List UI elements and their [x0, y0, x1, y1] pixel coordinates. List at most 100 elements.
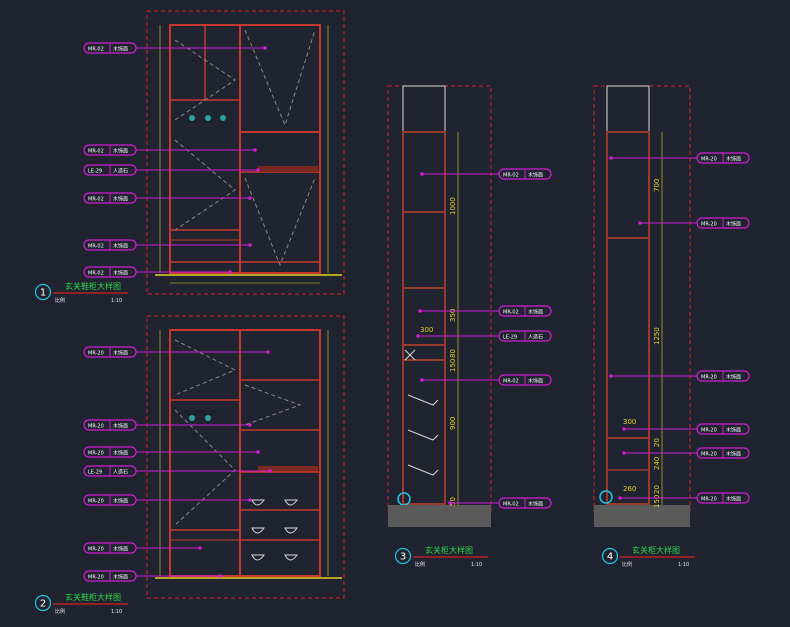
- view-number: 1: [40, 288, 46, 299]
- tag-code: MR-20: [701, 157, 717, 163]
- leader-dot: [248, 423, 252, 427]
- tag-code: MR-02: [88, 244, 104, 250]
- tag-label: 人造石: [113, 168, 128, 175]
- leader-dot: [256, 450, 260, 454]
- tag-code: MR-20: [88, 451, 104, 457]
- dim-text: 150: [653, 495, 661, 508]
- leader-dot: [420, 378, 424, 382]
- tag-code: LE-29: [88, 470, 102, 476]
- tag-label: 木饰面: [113, 498, 128, 505]
- tag-label: 木饰面: [113, 574, 128, 581]
- tag-label: 木饰面: [113, 270, 128, 277]
- leader-dot: [638, 221, 642, 225]
- dim-text: 260: [623, 485, 636, 493]
- dim-text: 20: [653, 485, 661, 494]
- view-1-stone-band: [258, 166, 318, 172]
- tag-label: 木饰面: [726, 427, 741, 434]
- tag-code: MR-20: [88, 351, 104, 357]
- leader-dot: [198, 546, 202, 550]
- leader-dot: [420, 172, 424, 176]
- tag-code: MR-20: [701, 428, 717, 434]
- leader-dot: [263, 46, 267, 50]
- leader-dot: [256, 168, 260, 172]
- leader-dot: [266, 350, 270, 354]
- tag-code: MR-02: [88, 271, 104, 277]
- dim-text: 20: [653, 438, 661, 447]
- cad-drawing-stage: 1000 350 300 80 150 900 50 700 1250 300 …: [0, 0, 790, 623]
- dim-text: 300: [420, 326, 433, 334]
- tag-code: MR-02: [88, 149, 104, 155]
- leader-dot: [609, 374, 613, 378]
- tag-label: 木饰面: [726, 451, 741, 458]
- view-title: 玄关柜大样图: [632, 545, 680, 555]
- view-number: 3: [400, 552, 406, 563]
- tag-code: MR-20: [88, 575, 104, 581]
- tag-label: 人造石: [528, 334, 543, 341]
- tag-code: MR-20: [88, 547, 104, 553]
- tag-code: LE-29: [503, 335, 517, 341]
- scale-label: 比例: [415, 561, 425, 568]
- scale-value: 1:10: [471, 562, 482, 568]
- view-title: 玄关鞋柜大样图: [65, 281, 121, 291]
- tag-label: 人造石: [113, 469, 128, 476]
- dim-text: 150: [449, 359, 457, 372]
- tag-code: MR-02: [503, 310, 519, 316]
- scale-label: 比例: [55, 608, 65, 615]
- tag-code: MR-20: [701, 497, 717, 503]
- leader-dot: [609, 156, 613, 160]
- leader-dot: [618, 496, 622, 500]
- dim-text: 700: [653, 179, 661, 192]
- view-title: 玄关柜大样图: [425, 545, 473, 555]
- tag-label: 木饰面: [113, 423, 128, 430]
- tag-label: 木饰面: [113, 546, 128, 553]
- dim-text: 1250: [653, 327, 661, 345]
- leader-dot: [253, 148, 257, 152]
- leader-dot: [248, 196, 252, 200]
- view-3-floor: [388, 505, 491, 527]
- leader-dot: [248, 498, 252, 502]
- leader-dot: [268, 469, 272, 473]
- dim-text: 80: [449, 349, 457, 358]
- scale-label: 比例: [622, 561, 632, 568]
- view-4-floor: [594, 505, 690, 527]
- tag-label: 木饰面: [726, 496, 741, 503]
- tag-label: 木饰面: [726, 156, 741, 163]
- tag-label: 木饰面: [113, 196, 128, 203]
- tag-label: 木饰面: [726, 374, 741, 381]
- dim-text: 240: [653, 457, 661, 470]
- scale-value: 1:10: [111, 298, 122, 304]
- tag-label: 木饰面: [726, 221, 741, 228]
- dim-text: 900: [449, 417, 457, 430]
- dim-text: 1000: [449, 197, 457, 215]
- tag-code: MR-20: [88, 424, 104, 430]
- tag-label: 木饰面: [113, 350, 128, 357]
- leader-dot: [448, 501, 452, 505]
- tag-code: MR-20: [701, 222, 717, 228]
- tag-label: 木饰面: [528, 378, 543, 385]
- leader-dot: [416, 334, 420, 338]
- view-number: 4: [607, 552, 613, 563]
- tag-code: LE-29: [88, 169, 102, 175]
- dim-text: 300: [623, 418, 636, 426]
- tag-code: MR-02: [88, 197, 104, 203]
- tag-code: MR-02: [503, 502, 519, 508]
- leader-dot: [248, 243, 252, 247]
- tag-label: 木饰面: [113, 450, 128, 457]
- leader-dot: [418, 309, 422, 313]
- tag-code: MR-20: [701, 375, 717, 381]
- view-number: 2: [40, 599, 46, 610]
- leader-dot: [622, 427, 626, 431]
- tag-label: 木饰面: [528, 172, 543, 179]
- tag-label: 木饰面: [528, 501, 543, 508]
- tag-code: MR-20: [88, 499, 104, 505]
- tag-code: MR-02: [503, 379, 519, 385]
- scale-label: 比例: [55, 297, 65, 304]
- tag-label: 木饰面: [528, 309, 543, 316]
- tag-code: MR-02: [88, 47, 104, 53]
- scale-value: 1:10: [678, 562, 689, 568]
- tag-label: 木饰面: [113, 148, 128, 155]
- view-title: 玄关鞋柜大样图: [65, 592, 121, 602]
- tag-code: MR-20: [701, 452, 717, 458]
- tag-label: 木饰面: [113, 46, 128, 53]
- leader-dot: [622, 451, 626, 455]
